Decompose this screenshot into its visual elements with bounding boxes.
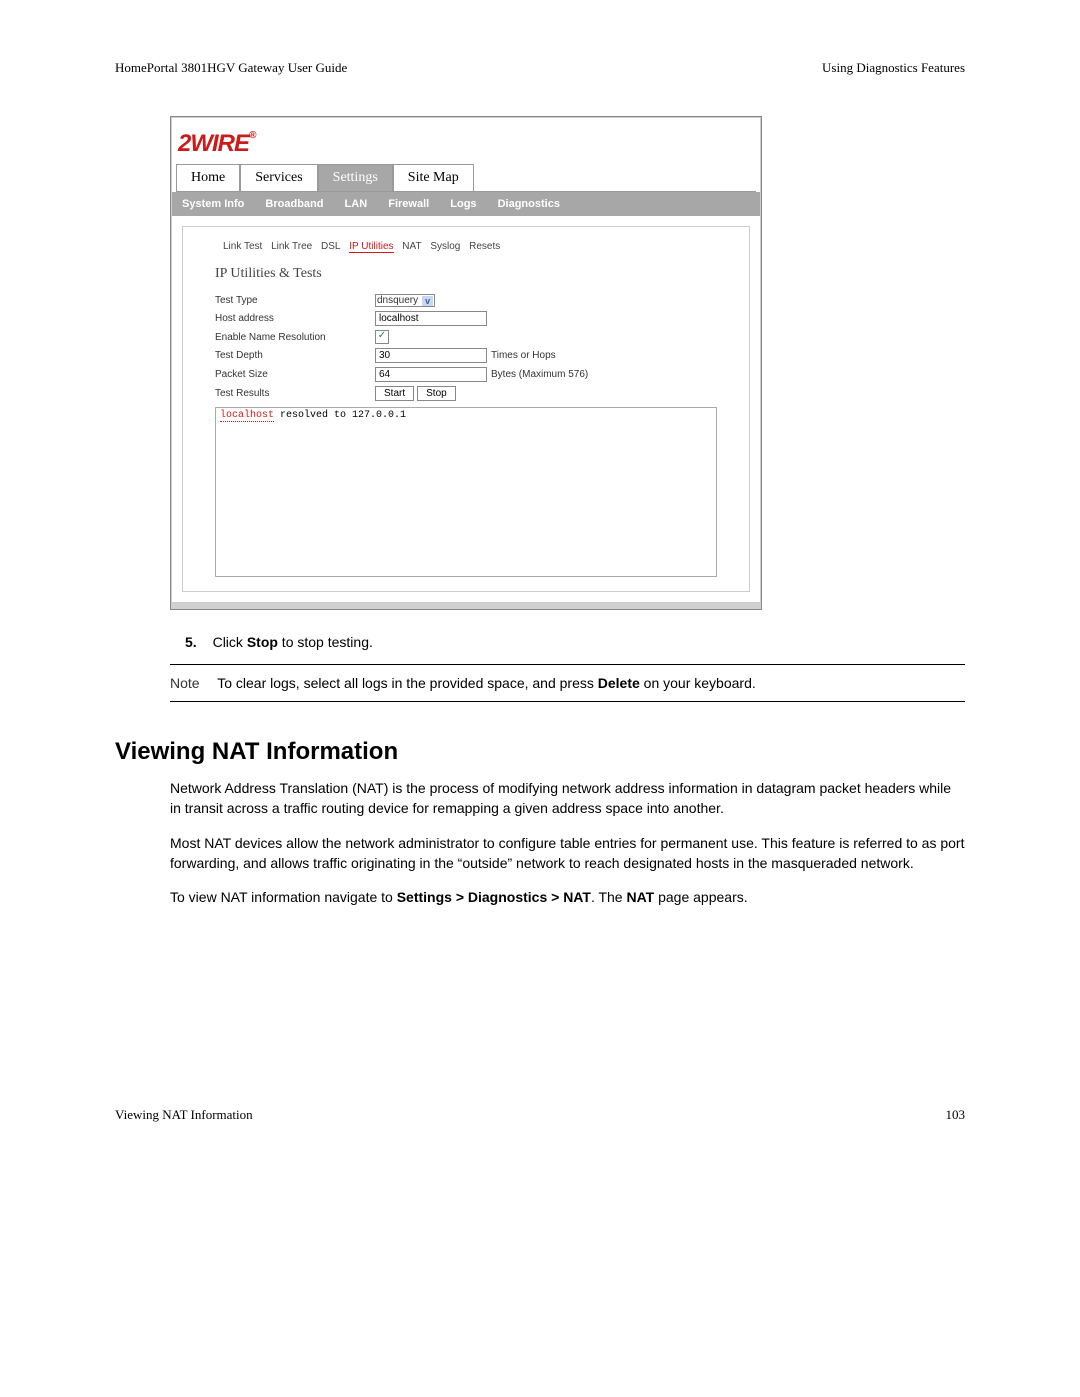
subnav-logs[interactable]: Logs (450, 198, 476, 210)
tert-link-tree[interactable]: Link Tree (271, 241, 312, 252)
step-number: 5. (185, 634, 197, 650)
tert-syslog[interactable]: Syslog (430, 241, 460, 252)
checkbox-enable-name-resolution[interactable]: ✓ (375, 330, 389, 344)
subnav-system-info[interactable]: System Info (182, 198, 244, 210)
results-textarea[interactable]: localhost resolved to 127.0.0.1 (215, 407, 717, 577)
paragraph-2: Most NAT devices allow the network admin… (170, 833, 965, 874)
page-header: HomePortal 3801HGV Gateway User Guide Us… (115, 60, 965, 76)
tert-ip-utilities[interactable]: IP Utilities (349, 241, 393, 253)
tert-link-test[interactable]: Link Test (223, 241, 262, 252)
tert-resets[interactable]: Resets (469, 241, 500, 252)
sub-nav: System Info Broadband LAN Firewall Logs … (172, 192, 760, 216)
subnav-lan[interactable]: LAN (345, 198, 368, 210)
note-text-bold: Delete (598, 675, 640, 691)
step-text-bold: Stop (247, 634, 278, 650)
screenshot-figure: 2WIRE® Home Services Settings Site Map S… (170, 116, 762, 610)
header-right: Using Diagnostics Features (822, 60, 965, 76)
label-packet-size: Packet Size (215, 369, 375, 380)
results-host: localhost (220, 410, 274, 422)
label-test-depth-units: Times or Hops (491, 350, 556, 361)
label-host-address: Host address (215, 313, 375, 324)
note-text-after: on your keyboard. (640, 675, 756, 691)
step-5: 5. Click Stop to stop testing. (185, 634, 965, 650)
footer-right: 103 (946, 1107, 966, 1123)
paragraph-1: Network Address Translation (NAT) is the… (170, 778, 965, 819)
note-text-before: To clear logs, select all logs in the pr… (217, 675, 598, 691)
section-title: IP Utilities & Tests (215, 266, 735, 282)
page-footer: Viewing NAT Information 103 (115, 1107, 965, 1123)
header-left: HomePortal 3801HGV Gateway User Guide (115, 60, 347, 76)
select-test-type[interactable]: dnsquery v (375, 294, 435, 307)
nav-settings[interactable]: Settings (318, 164, 393, 191)
subnav-diagnostics[interactable]: Diagnostics (498, 198, 560, 210)
results-rest: resolved to 127.0.0.1 (274, 410, 406, 421)
note-block: Note To clear logs, select all logs in t… (170, 664, 965, 702)
main-nav: Home Services Settings Site Map (176, 164, 756, 192)
nav-home[interactable]: Home (176, 164, 240, 191)
stop-button[interactable]: Stop (417, 386, 456, 401)
note-label: Note (170, 675, 200, 691)
tertiary-nav: Link Test Link Tree DSL IP Utilities NAT… (223, 241, 735, 252)
label-packet-size-units: Bytes (Maximum 576) (491, 369, 588, 380)
label-test-type: Test Type (215, 295, 375, 306)
chevron-down-icon: v (422, 296, 433, 306)
paragraph-3: To view NAT information navigate to Sett… (170, 887, 965, 907)
step-text-before: Click (213, 634, 247, 650)
nav-services[interactable]: Services (240, 164, 317, 191)
input-host-address[interactable] (375, 311, 487, 326)
tert-dsl[interactable]: DSL (321, 241, 340, 252)
subnav-firewall[interactable]: Firewall (388, 198, 429, 210)
label-test-depth: Test Depth (215, 350, 375, 361)
footer-left: Viewing NAT Information (115, 1107, 253, 1123)
heading-viewing-nat: Viewing NAT Information (115, 738, 965, 766)
step-text-after: to stop testing. (278, 634, 373, 650)
input-test-depth[interactable] (375, 348, 487, 363)
subnav-broadband[interactable]: Broadband (265, 198, 323, 210)
label-enable-name-resolution: Enable Name Resolution (215, 332, 375, 343)
label-test-results: Test Results (215, 388, 375, 399)
start-button[interactable]: Start (375, 386, 414, 401)
brand-logo: 2WIRE® (172, 118, 760, 164)
nav-site-map[interactable]: Site Map (393, 164, 474, 191)
tert-nat[interactable]: NAT (402, 241, 421, 252)
input-packet-size[interactable] (375, 367, 487, 382)
inner-panel: Link Test Link Tree DSL IP Utilities NAT… (182, 226, 750, 592)
